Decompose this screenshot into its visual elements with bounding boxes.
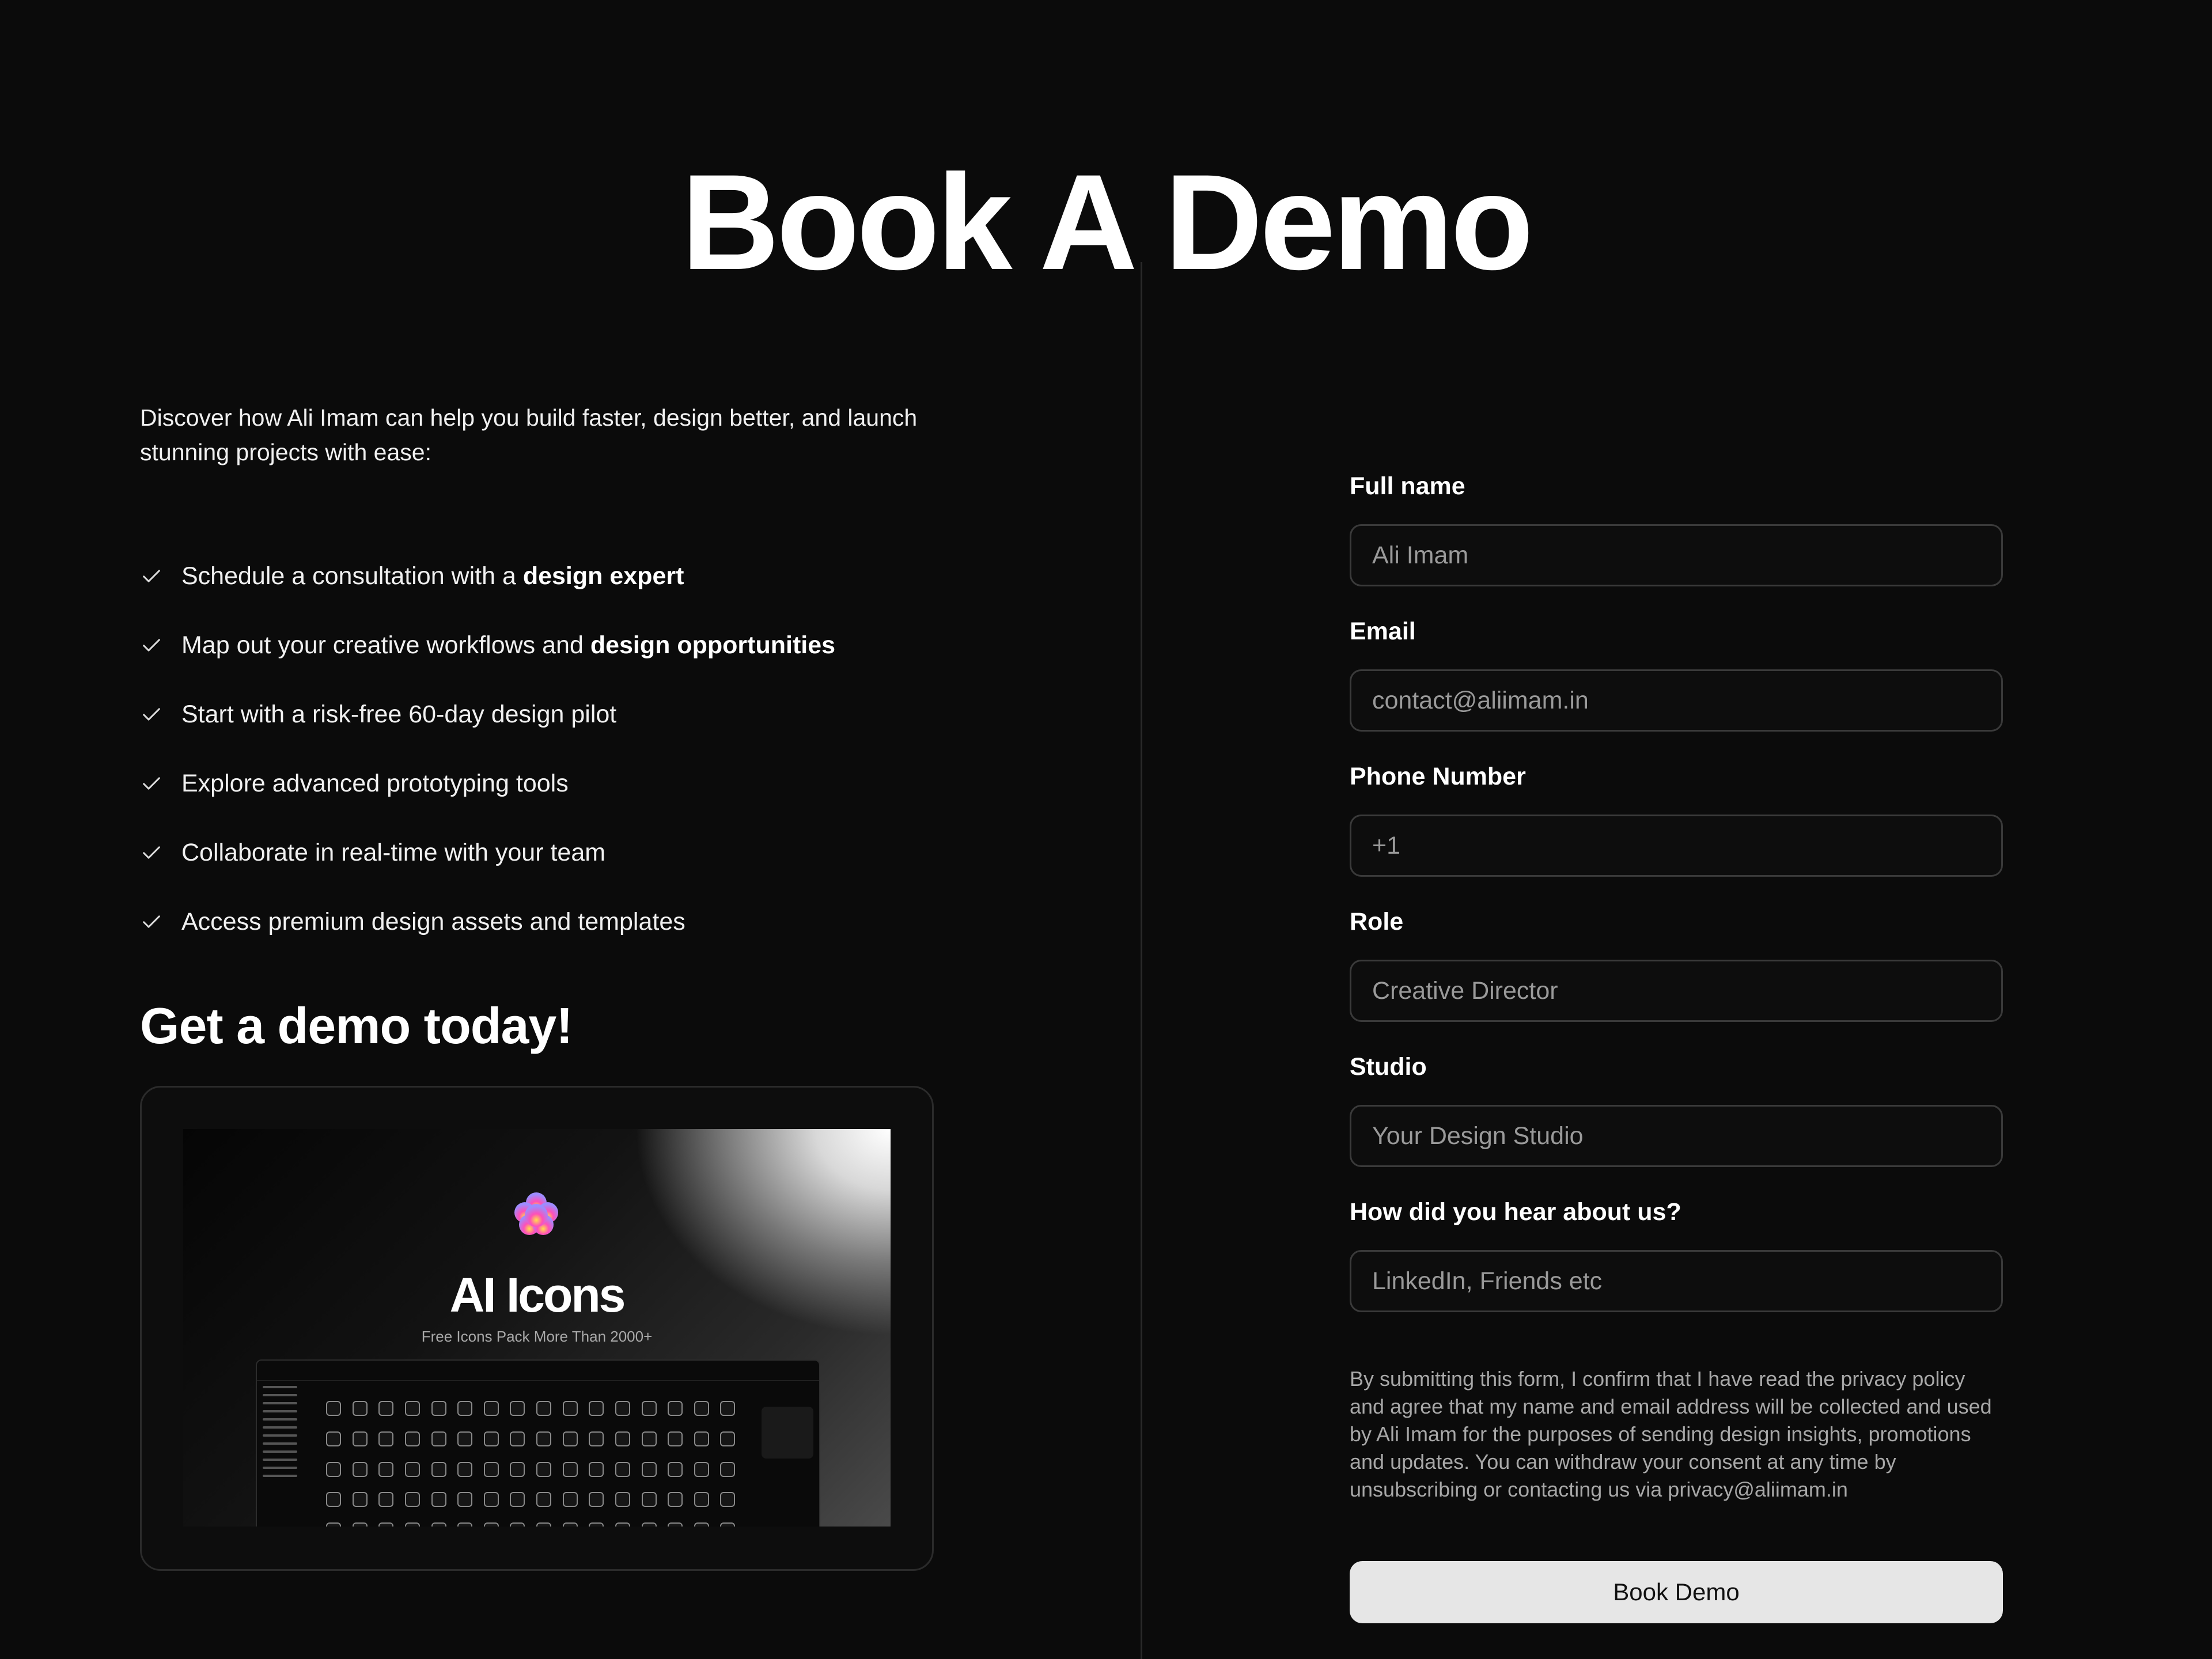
consent-text: By submitting this form, I confirm that … [1350,1367,1992,1501]
feature-text: Schedule a consultation with a [181,562,523,590]
email-field: Email [1350,618,2003,732]
check-icon [143,708,160,721]
check-icon [143,777,160,790]
feature-item: Collaborate in real-time with your team [140,818,935,887]
check-icon [143,915,160,928]
full-name-label: Full name [1350,472,1465,500]
feature-item: Map out your creative workflows and desi… [140,611,935,680]
demo-preview-card: AI Icons Free Icons Pack More Than 2000+ [140,1086,934,1571]
email-label: Email [1350,618,1416,645]
thumbnail-icon-grid [326,1401,741,1527]
studio-label: Studio [1350,1053,1427,1081]
feature-item: Explore advanced prototyping tools [140,749,935,818]
referral-field: How did you hear about us? [1350,1198,2003,1312]
email-input[interactable] [1350,669,2003,732]
studio-field: Studio [1350,1053,2003,1167]
phone-input[interactable] [1350,815,2003,877]
check-icon [143,570,160,582]
phone-field: Phone Number [1350,763,2003,877]
intro-text: Discover how Ali Imam can help you build… [140,404,918,465]
feature-item: Schedule a consultation with a design ex… [140,541,935,611]
feature-item: Access premium design assets and templat… [140,887,935,956]
feature-text: Collaborate in real-time with your team [181,838,606,866]
app-screenshot-thumbnail [256,1359,820,1527]
referral-input[interactable] [1350,1250,2003,1312]
column-divider [1141,262,1142,1659]
book-demo-button[interactable]: Book Demo [1350,1561,2003,1623]
page-title: Book A Demo [681,146,1534,299]
feature-text: Map out your creative workflows and [181,631,590,659]
thumbnail-topbar [257,1361,819,1381]
role-field: Role [1350,908,2003,1022]
preview-title: AI Icons [449,1268,626,1322]
studio-input[interactable] [1350,1105,2003,1167]
feature-highlight: design expert [522,562,684,590]
check-icon [143,639,160,652]
feature-text: Start with a risk-free 60-day design pil… [181,700,617,728]
role-label: Role [1350,908,1404,935]
full-name-input[interactable] [1350,524,2003,586]
preview-subtitle: Free Icons Pack More Than 2000+ [421,1328,653,1345]
role-input[interactable] [1350,960,2003,1022]
feature-text: Explore advanced prototyping tools [181,769,569,797]
feature-item: Start with a risk-free 60-day design pil… [140,680,935,749]
feature-list: Schedule a consultation with a design ex… [140,541,935,956]
phone-label: Phone Number [1350,763,1526,790]
demo-heading: Get a demo today! [140,997,573,1054]
thumbnail-preview-panel [762,1407,813,1459]
demo-preview-image: AI Icons Free Icons Pack More Than 2000+ [183,1129,891,1527]
flower-logo-icon [514,1192,558,1235]
referral-label: How did you hear about us? [1350,1198,1681,1226]
feature-text: Access premium design assets and templat… [181,907,685,935]
full-name-field: Full name [1350,472,2003,586]
feature-highlight: design opportunities [590,631,836,659]
thumbnail-sidebar [257,1380,320,1527]
check-icon [143,846,160,859]
